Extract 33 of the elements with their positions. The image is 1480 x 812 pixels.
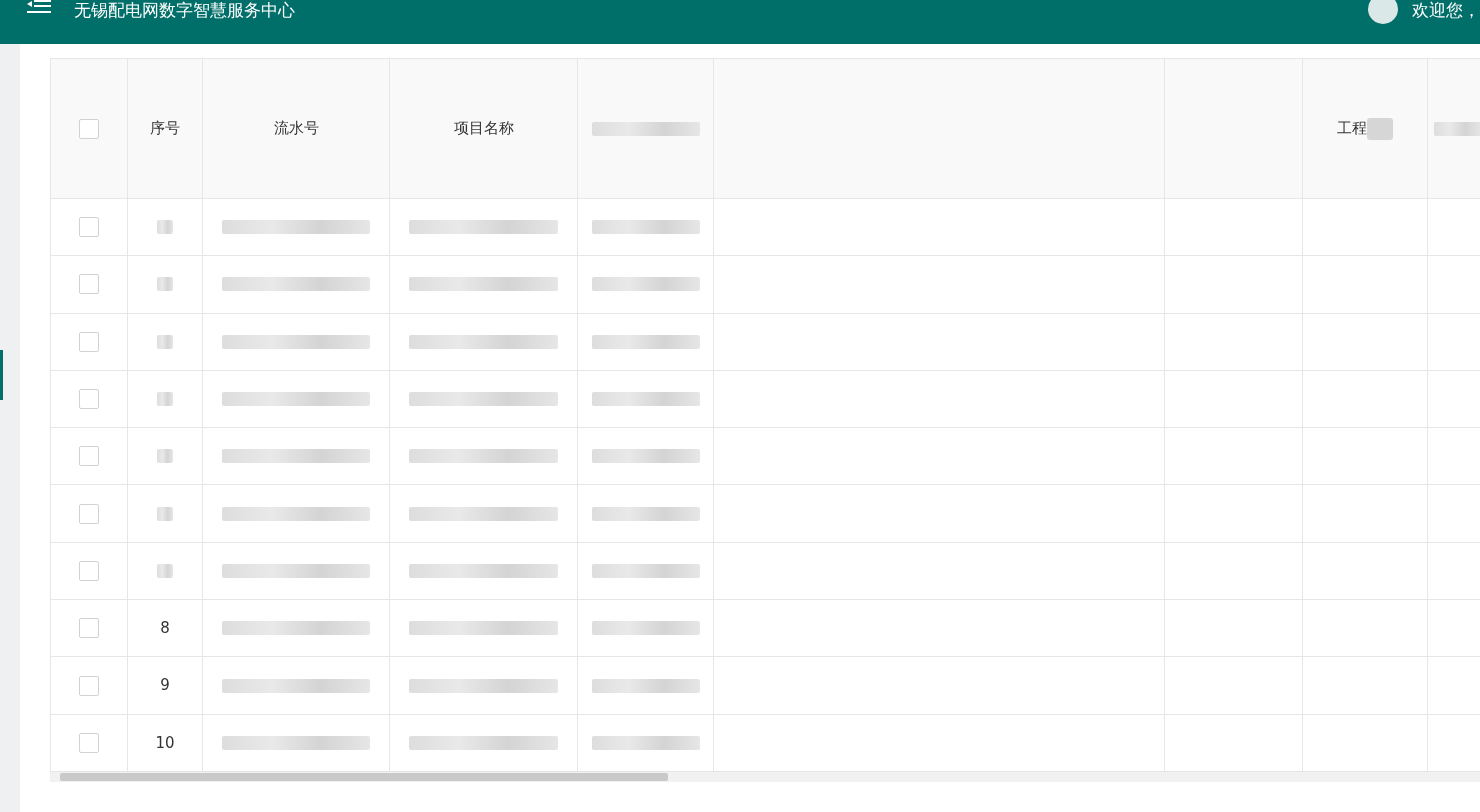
row-checkbox[interactable]: [79, 503, 99, 524]
redacted-block: [157, 449, 173, 464]
row-checkbox[interactable]: [79, 389, 99, 410]
scrollbar-track[interactable]: [50, 771, 1480, 782]
redacted-block: [157, 220, 173, 235]
redacted-block: [157, 563, 173, 578]
header-cell: 流水号: [203, 59, 390, 199]
menu-icon[interactable]: [26, 0, 52, 14]
avatar[interactable]: [1368, 0, 1398, 24]
row-checkbox[interactable]: [79, 560, 99, 581]
redacted-block: [1433, 121, 1480, 136]
redacted-block: [157, 334, 173, 349]
header-cell: 项目名称: [390, 59, 578, 199]
checkbox[interactable]: [79, 118, 99, 139]
redacted-block: [157, 506, 173, 521]
row-number: 10: [155, 732, 175, 754]
row-number: 9: [160, 675, 170, 697]
greeting-text: 欢迎您，: [1412, 0, 1480, 20]
header-cell: 工程: [1303, 59, 1428, 199]
row-checkbox[interactable]: [79, 217, 99, 238]
app-title: 无锡配电网数字智慧服务中心: [74, 0, 295, 20]
redacted-block: [157, 392, 173, 407]
redacted-block: [157, 277, 173, 292]
header-cell: 序号: [128, 59, 203, 199]
row-number: 8: [160, 617, 170, 639]
row-checkbox[interactable]: [79, 446, 99, 467]
row-checkbox[interactable]: [79, 331, 99, 352]
row-checkbox[interactable]: [79, 675, 99, 696]
row-checkbox[interactable]: [79, 618, 99, 639]
row-checkbox[interactable]: [79, 732, 99, 753]
row-checkbox[interactable]: [79, 274, 99, 295]
scrollbar-thumb[interactable]: [60, 772, 668, 781]
active-indicator: [0, 350, 3, 400]
